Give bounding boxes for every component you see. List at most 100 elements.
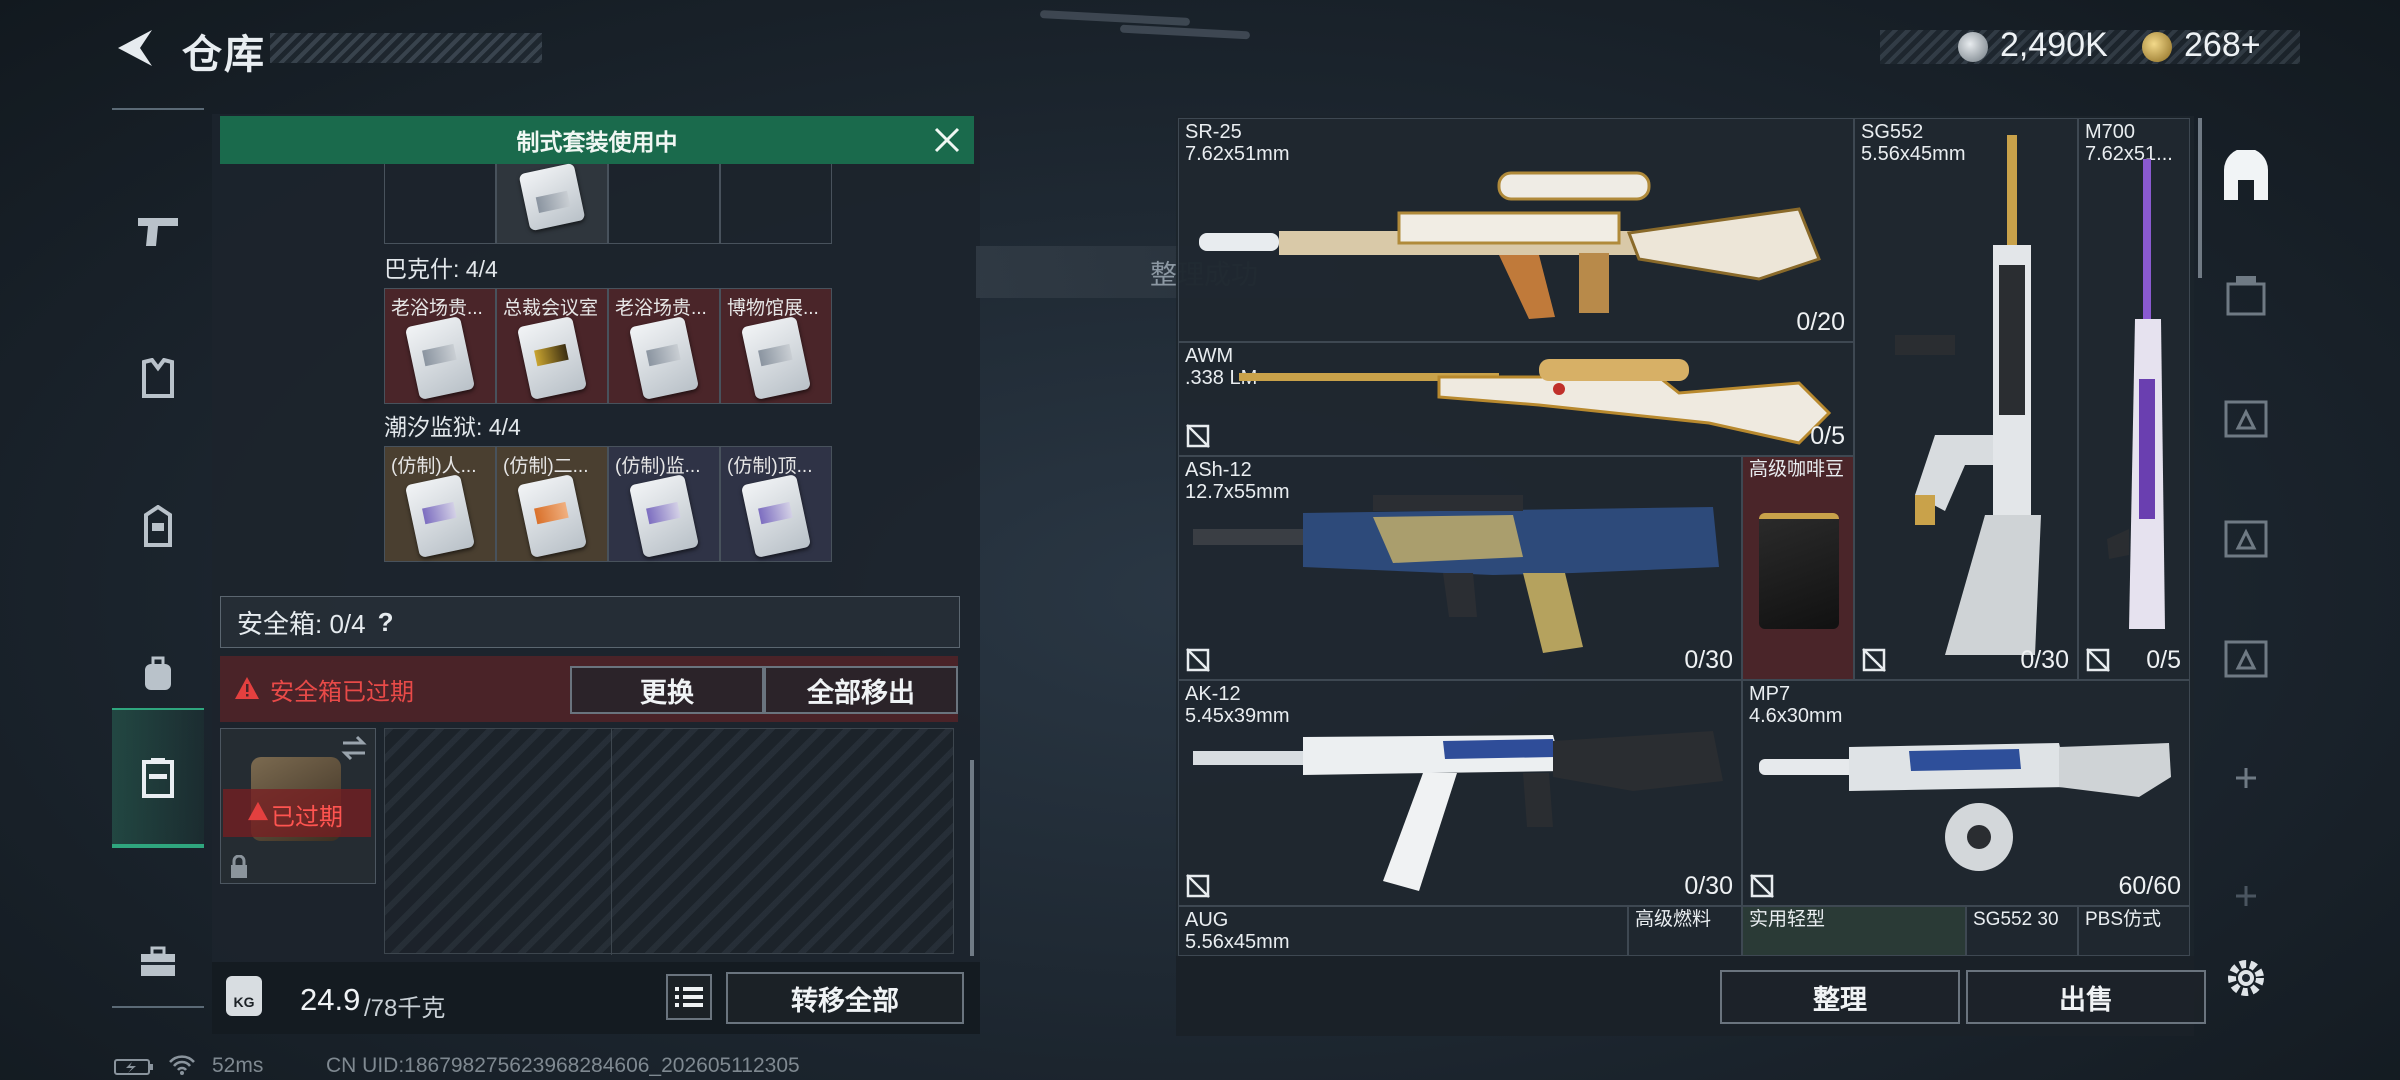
crate-icon-3[interactable] bbox=[2216, 628, 2276, 688]
keycard-slot[interactable]: 老浴场贵... bbox=[384, 288, 496, 404]
keycard-icon bbox=[518, 162, 586, 232]
slot-label: (仿制)人... bbox=[391, 456, 477, 477]
transfer-all-button[interactable]: 转移全部 bbox=[726, 972, 964, 1024]
item-slot-light[interactable]: 实用轻型 bbox=[1742, 906, 1966, 956]
expired-notice: 安全箱已过期 bbox=[270, 679, 414, 706]
keycard-slot[interactable]: 总裁会议室 bbox=[496, 288, 608, 404]
slot-label: (仿制)二... bbox=[503, 456, 589, 477]
keycard-slot[interactable]: 博物馆展... bbox=[720, 288, 832, 404]
keycard-slot[interactable]: (仿制)顶... bbox=[720, 446, 832, 562]
set-1-label: 巴克什: 4/4 bbox=[384, 256, 498, 282]
item-slot-coffee[interactable]: 高级咖啡豆 bbox=[1742, 456, 1854, 680]
weapon-slot-awm[interactable]: AWM .338 LM 0/5 bbox=[1178, 342, 1854, 456]
safebox-icon bbox=[142, 758, 174, 798]
banner-text: 制式套装使用中 bbox=[516, 129, 678, 155]
warning-icon bbox=[235, 677, 259, 699]
list-view-button[interactable] bbox=[666, 974, 712, 1020]
m700-rifle-image bbox=[2107, 159, 2165, 629]
storage-box-icon[interactable] bbox=[2216, 150, 2276, 210]
weapon-name: MP7 bbox=[1749, 683, 1791, 705]
nav-backpack[interactable] bbox=[112, 456, 204, 596]
weapon-slot-sg552[interactable]: SG552 5.56x45mm 0/30 bbox=[1854, 118, 2078, 680]
weapon-slot-m700[interactable]: M700 7.62x51... 0/5 bbox=[2078, 118, 2190, 680]
ak12-rifle-image bbox=[1193, 731, 1723, 891]
swap-icon[interactable] bbox=[339, 735, 369, 761]
weapon-slot-mp7[interactable]: MP7 4.6x30mm 60/60 bbox=[1742, 680, 2190, 906]
weapon-slot-sr25[interactable]: SR-25 7.62x51mm 0/20 bbox=[1178, 118, 1854, 342]
nav-safebox[interactable] bbox=[112, 708, 204, 848]
weapon-caliber: 5.56x45mm bbox=[1185, 931, 1290, 953]
settings-gear-icon[interactable] bbox=[2216, 948, 2276, 1008]
nav-armor[interactable] bbox=[112, 308, 204, 448]
keycard-slot[interactable]: (仿制)二... bbox=[496, 446, 608, 562]
slot-label: 博物馆展... bbox=[727, 298, 819, 319]
right-scrollbar[interactable] bbox=[2198, 118, 2202, 278]
safe-box-grid[interactable] bbox=[384, 728, 954, 955]
sort-button[interactable]: 整理 bbox=[1720, 970, 1960, 1024]
weapon-slot-ak12[interactable]: AK-12 5.45x39mm 0/30 bbox=[1178, 680, 1742, 906]
battery-icon bbox=[114, 1059, 153, 1075]
nav-weapons[interactable] bbox=[112, 160, 204, 300]
item-name: PBS仿式 bbox=[2085, 909, 2162, 930]
slot-label: 老浴场贵... bbox=[391, 298, 483, 319]
remove-all-button[interactable]: 全部移出 bbox=[764, 666, 958, 714]
weapon-slot-ash12[interactable]: ASh-12 12.7x55mm 0/30 bbox=[1178, 456, 1742, 680]
ash12-rifle-image bbox=[1193, 495, 1719, 653]
nav-toolbox[interactable] bbox=[112, 892, 204, 1032]
container-icon[interactable] bbox=[2216, 266, 2276, 326]
crate-icon-2[interactable] bbox=[2216, 508, 2276, 568]
no-trade-icon bbox=[1862, 648, 1886, 672]
keycard-slot[interactable]: (仿制)人... bbox=[384, 446, 496, 562]
title-decoration bbox=[270, 33, 542, 63]
weapon-count: 0/5 bbox=[1810, 422, 1845, 450]
slot-label: 总裁会议室 bbox=[503, 298, 599, 319]
back-arrow-icon[interactable] bbox=[112, 26, 154, 70]
keycard-icon bbox=[628, 315, 700, 401]
add-icon[interactable] bbox=[2216, 748, 2276, 808]
keycard-icon bbox=[516, 315, 588, 401]
keycard-icon bbox=[404, 315, 476, 401]
list-icon bbox=[675, 987, 703, 1007]
no-trade-icon bbox=[1186, 424, 1210, 448]
close-icon[interactable] bbox=[932, 125, 962, 155]
partial-slot bbox=[608, 164, 720, 244]
weight-max: /78千克 bbox=[364, 995, 446, 1022]
keycard-icon bbox=[740, 315, 812, 401]
help-icon[interactable]: ? bbox=[378, 607, 394, 638]
weapon-count: 0/30 bbox=[1684, 872, 1733, 900]
keycard-slot[interactable]: 老浴场贵... bbox=[608, 288, 720, 404]
awm-rifle-image bbox=[1239, 359, 1832, 445]
safe-box-header: 安全箱: 0/4 ? bbox=[220, 596, 960, 648]
add-icon-disabled bbox=[2236, 886, 2256, 906]
backpack-icon bbox=[145, 656, 171, 690]
sg552-rifle-image bbox=[1895, 135, 2041, 655]
item-slot-fuel[interactable]: 高级燃料 bbox=[1628, 906, 1742, 956]
uid: CN UID:186798275623968284606_20260511230… bbox=[326, 1054, 800, 1077]
safe-box-label: 安全箱: 0/4 bbox=[237, 608, 366, 639]
partial-slot[interactable] bbox=[496, 162, 608, 244]
expired-tag: 已过期 bbox=[271, 804, 343, 831]
keycard-icon bbox=[516, 473, 588, 559]
weapon-count: 0/30 bbox=[1684, 646, 1733, 674]
item-slot-pbs[interactable]: PBS仿式 bbox=[2078, 906, 2190, 956]
item-name: 高级燃料 bbox=[1635, 909, 1712, 930]
weapon-count: 0/30 bbox=[2020, 646, 2069, 674]
crate-icon-1[interactable] bbox=[2216, 388, 2276, 448]
currency-1: 2,490K bbox=[2000, 26, 2108, 64]
weight-value: 24.9 bbox=[300, 982, 361, 1017]
replace-button[interactable]: 更换 bbox=[570, 666, 764, 714]
keycard-icon bbox=[628, 473, 700, 559]
toolbox-icon bbox=[141, 946, 175, 976]
slot-label: 老浴场贵... bbox=[615, 298, 707, 319]
left-scrollbar[interactable] bbox=[970, 760, 974, 956]
keycard-slot[interactable]: (仿制)监... bbox=[608, 446, 720, 562]
left-nav bbox=[112, 108, 204, 1008]
rig-icon bbox=[144, 505, 172, 547]
weapon-name: AUG bbox=[1185, 909, 1229, 931]
safe-box-slot[interactable]: 已过期 bbox=[220, 728, 376, 884]
item-slot-sg552-30[interactable]: SG552 30 bbox=[1966, 906, 2078, 956]
weapon-slot-aug[interactable]: AUG 5.56x45mm bbox=[1178, 906, 1628, 956]
currency-2[interactable]: 268+ bbox=[2184, 26, 2261, 65]
sell-button[interactable]: 出售 bbox=[1966, 970, 2206, 1024]
ping: 52ms bbox=[212, 1054, 264, 1077]
